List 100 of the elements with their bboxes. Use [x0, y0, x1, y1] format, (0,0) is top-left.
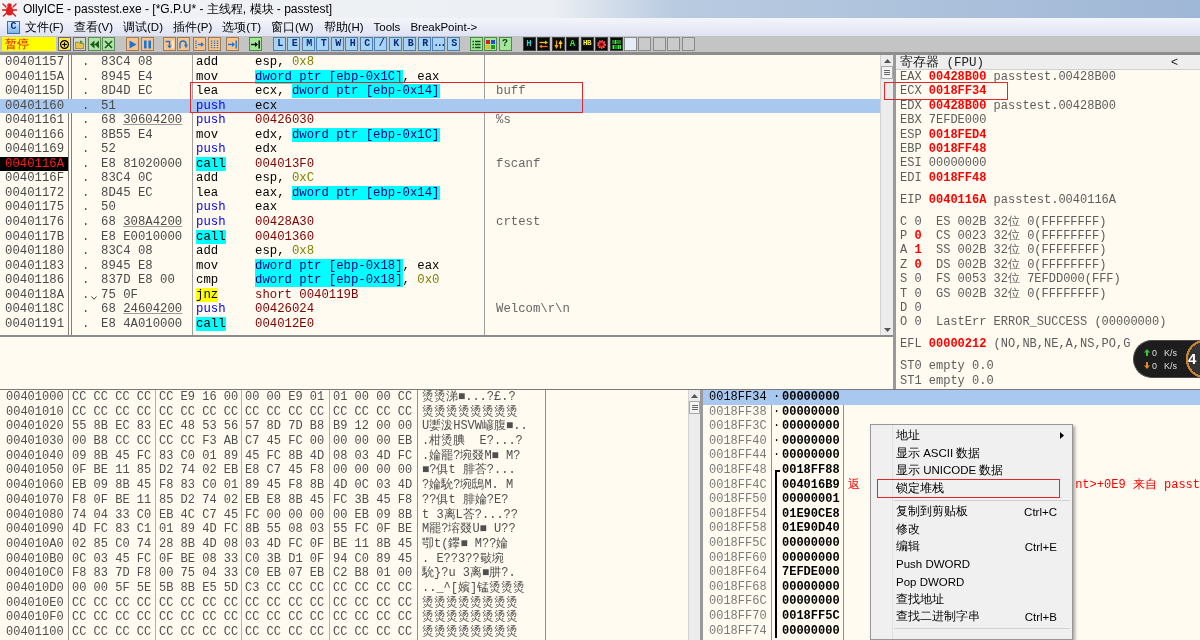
- toolbar-button[interactable]: L: [272, 37, 286, 51]
- menu-item[interactable]: 插件(P): [168, 18, 218, 36]
- flag-name: C: [900, 214, 908, 230]
- code-row[interactable]: 00401176 . 68 308A4200 push 00428A30 crtest: [0, 215, 880, 230]
- scrollbar[interactable]: [688, 390, 700, 640]
- segment-name: SS: [935, 243, 951, 258]
- context-menu-item[interactable]: 复制到剪贴板 Ctrl+C: [873, 503, 1070, 521]
- toolbar-button[interactable]: A: [566, 37, 579, 51]
- register-name: ECX: [900, 84, 922, 99]
- stack-address: 0018FF5C: [708, 535, 768, 551]
- context-menu-item[interactable]: 显示 UNICODE 数据: [873, 462, 1070, 480]
- collapse-button[interactable]: <: [1171, 55, 1178, 69]
- scroll-up-icon[interactable]: [883, 59, 891, 63]
- hex-bytes: CC CC CC CC: [244, 610, 326, 625]
- toolbar-button[interactable]: [551, 37, 565, 51]
- code-row[interactable]: 00401161 . 68 30604200 push 00426030 %s: [0, 113, 880, 128]
- row-marker: ·: [772, 390, 781, 405]
- toolbar-button[interactable]: T: [316, 37, 329, 51]
- toolbar-button[interactable]: H: [345, 37, 358, 51]
- toolbar-button[interactable]: [469, 37, 483, 51]
- context-menu-item[interactable]: 锁定堆栈: [873, 479, 1070, 497]
- register-value: 0018FF34: [928, 84, 987, 99]
- context-menu-item[interactable]: 显示 ASCII 数据: [873, 444, 1070, 462]
- menu-item[interactable]: 文件(F): [20, 18, 69, 36]
- menu-item[interactable]: 查看(V): [68, 18, 119, 36]
- context-menu-item[interactable]: Pop DWORD: [873, 573, 1070, 591]
- stack-comment: 返: [848, 477, 860, 493]
- code-row[interactable]: 0040115D . 8D4D EC lea ecx, dword ptr [ebp-0x14] buff: [0, 84, 880, 99]
- code-row[interactable]: 0040118C . 68 24604200 push 00426024 Welcom\r\n: [0, 302, 880, 317]
- row-marker: ·: [772, 404, 781, 420]
- context-menu-item[interactable]: 地址: [873, 427, 1070, 445]
- toolbar-button[interactable]: S: [446, 37, 460, 51]
- toolbar-button[interactable]: W: [330, 37, 344, 51]
- toolbar-button[interactable]: ...: [432, 37, 445, 51]
- ascii-text: U嬱泼HSVW嵃腹■..: [421, 419, 529, 434]
- menu-item[interactable]: 窗口(W): [266, 18, 319, 36]
- hex-bytes: 83 C0 01 89: [158, 448, 240, 464]
- hex-bytes: 08 03 4D FC: [332, 448, 414, 464]
- instruction-mnemonic: push: [196, 302, 226, 317]
- scroll-thumb[interactable]: [881, 66, 893, 79]
- ascii-text: ??俱t 腓婨?E?: [421, 492, 510, 508]
- context-menu-item[interactable]: 编辑 Ctrl+E: [873, 538, 1070, 556]
- segment-name: CS: [935, 229, 951, 244]
- code-row[interactable]: 0040118A . 75 0F jnz short 0040119B: [0, 287, 880, 303]
- toolbar-button[interactable]: M: [301, 37, 315, 51]
- toolbar-button[interactable]: [609, 37, 623, 51]
- scrollbar[interactable]: [880, 55, 893, 335]
- toolbar-button[interactable]: E: [287, 37, 300, 51]
- stack-row[interactable]: 0018FF34 ·00000000: [703, 390, 1200, 405]
- scroll-thumb[interactable]: [689, 401, 700, 414]
- code-row[interactable]: 00401166 . 8B55 E4 mov edx, dword ptr [ebp-0x1C]: [0, 127, 880, 143]
- dump-address: 004010B0: [5, 551, 65, 567]
- toolbar-button[interactable]: /: [374, 37, 387, 51]
- code-row[interactable]: 00401160 . 51 push ecx: [0, 98, 880, 114]
- code-row[interactable]: 0040116A . E8 81020000 call 004013F0 fscanf: [0, 156, 880, 172]
- context-menu-item[interactable]: 查找地址: [873, 590, 1070, 608]
- scroll-up-icon[interactable]: [691, 394, 698, 398]
- opcode-bytes: 50: [100, 200, 117, 215]
- toolbar-button[interactable]: [248, 37, 262, 51]
- code-row[interactable]: 0040117B . E8 E0010000 call 00401360: [0, 229, 880, 245]
- toolbar-button[interactable]: B: [403, 37, 416, 51]
- opcode-bytes: 83C4 08: [100, 55, 154, 70]
- ascii-text: ■?俱t 腓荅?...: [421, 463, 517, 478]
- code-row[interactable]: 00401180 . 83C4 08 add esp, 0x8: [0, 244, 880, 259]
- code-row[interactable]: 00401157 . 83C4 08 add esp, 0x8: [0, 55, 880, 70]
- code-row[interactable]: 0040116F . 83C4 0C add esp, 0xC: [0, 171, 880, 186]
- menu-item[interactable]: BreakPoint->: [405, 18, 483, 36]
- code-row[interactable]: 00401191 . E8 4A010000 call 004012E0: [0, 316, 880, 332]
- toolbar-button[interactable]: [58, 37, 71, 51]
- hex-bytes: 00 00 00 00: [332, 463, 414, 479]
- menu-item[interactable]: Tools: [368, 18, 406, 36]
- toolbar-button[interactable]: K: [388, 37, 402, 51]
- code-comment: Welcom\r\n: [495, 302, 571, 317]
- opcode-bytes: 68 30604200: [100, 113, 184, 128]
- child-window-icon[interactable]: C: [7, 20, 20, 34]
- instruction-mnemonic: push: [196, 113, 226, 128]
- toolbar-button[interactable]: ?: [498, 37, 512, 51]
- code-row[interactable]: 00401172 . 8D45 EC lea eax, dword ptr [ebp-0x14]: [0, 185, 880, 201]
- code-row[interactable]: 00401169 . 52 push edx: [0, 142, 880, 157]
- menu-item[interactable]: 调试(D): [118, 18, 168, 36]
- context-menu-item[interactable]: 查找二进制字串 Ctrl+B: [873, 608, 1070, 626]
- code-row[interactable]: 00401183 . 8945 E8 mov dword ptr [ebp-0x18], eax: [0, 258, 880, 274]
- instruction-operands: 00428A30: [255, 215, 315, 230]
- context-menu-item[interactable]: 修改: [873, 520, 1070, 538]
- menu-item[interactable]: 选项(T): [217, 18, 267, 36]
- row-marker: .: [82, 113, 90, 128]
- toolbar-button[interactable]: C: [359, 37, 373, 51]
- toolbar-button[interactable]: [595, 37, 608, 51]
- code-row[interactable]: 0040115A . 8945 E4 mov dword ptr [ebp-0x1C], eax: [0, 69, 880, 85]
- stack-value: 0018FF88: [782, 462, 841, 478]
- scroll-down-icon[interactable]: [883, 328, 891, 332]
- code-row[interactable]: 00401186 . 837D E8 00 cmp dword ptr [ebp-0x18], 0x0: [0, 273, 880, 288]
- menu-item[interactable]: 帮助(H): [318, 18, 369, 36]
- context-menu-item[interactable]: Push DWORD: [873, 555, 1070, 573]
- instruction-mnemonic: mov: [196, 69, 219, 84]
- instruction-operands: eax: [255, 200, 278, 215]
- code-row[interactable]: 00401175 . 50 push eax: [0, 200, 880, 215]
- toolbar-button[interactable]: [537, 37, 550, 51]
- toolbar-button[interactable]: R: [417, 37, 431, 51]
- toolbar-button[interactable]: H: [522, 37, 536, 51]
